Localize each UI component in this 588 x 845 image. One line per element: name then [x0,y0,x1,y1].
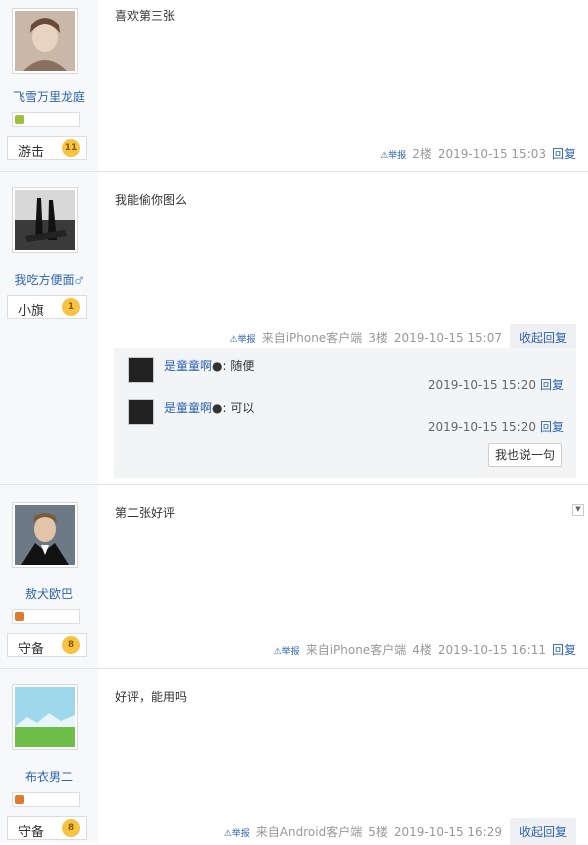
sub-reply-text: 是童童啊●: 可以 [164,399,254,416]
post-time: 2019-10-15 15:03 [437,147,546,161]
report-link[interactable]: ⚠举报 [230,335,256,345]
collapse-replies-button[interactable]: 收起回复 [509,324,576,351]
rank-level-icon: 8 [62,819,80,837]
post-content: 喜欢第三张 [115,9,176,23]
sub-reply-content: : 可以 [222,401,255,415]
sub-reply-reply-link[interactable]: 回复 [540,378,564,392]
level-bar [12,792,80,807]
rank-level-icon: 8 [62,636,80,654]
rank-badge[interactable]: 游击 11 [7,136,87,160]
sub-reply-time: 2019-10-15 15:20 [427,378,536,392]
post-time: 2019-10-15 16:29 [393,825,502,839]
collapse-replies-button[interactable]: 收起回复 [509,818,576,845]
rank-badge[interactable]: 守备 8 [7,633,87,657]
reply-link[interactable]: 回复 [552,147,576,161]
post-meta: ⚠举报 来自iPhone客户端 3楼 2019-10-15 15:07 收起回复 [230,324,576,351]
post-floor-4: 敖犬欧巴 守备 8 第二张好评 ▼ ⚠举报 来自iPhone客户端 4楼 2019-1… [0,485,588,669]
username-link[interactable]: 敖犬欧巴 [0,585,98,602]
sub-reply-avatar[interactable] [128,357,154,383]
rank-badge[interactable]: 小旗 1 [7,295,87,319]
level-bar [12,609,80,624]
emoji-icon: ● [212,401,223,415]
sub-reply-text: 是童童啊●: 随便 [164,357,254,374]
floor-number: 4楼 [412,643,432,657]
sub-reply-meta: 2019-10-15 15:20 回复 [428,418,564,435]
floor-number: 5楼 [368,825,388,839]
reply-link[interactable]: 回复 [552,643,576,657]
avatar[interactable] [12,187,78,253]
sub-reply-user[interactable]: 是童童啊 [164,401,212,415]
client-source: 来自iPhone客户端 [305,643,407,657]
sub-reply-time: 2019-10-15 15:20 [427,420,536,434]
floor-number: 3楼 [368,331,388,345]
post-meta: ⚠举报 来自iPhone客户端 4楼 2019-10-15 16:11 回复 [274,641,576,658]
post-time: 2019-10-15 15:07 [393,331,502,345]
client-source: 来自Android客户端 [255,825,363,839]
post-meta: ⚠举报 来自Android客户端 5楼 2019-10-15 16:29 收起回复 [224,818,576,845]
client-source: 来自iPhone客户端 [261,331,363,345]
post-content: 好评，能用吗 [115,690,188,704]
chevron-down-icon[interactable]: ▼ [572,504,584,516]
sub-reply-box: 是童童啊●: 随便 2019-10-15 15:20 回复 是童童啊●: 可以 2… [114,348,576,478]
rank-name: 游击 [18,145,45,160]
rank-badge[interactable]: 守备 8 [7,816,87,840]
report-link[interactable]: ⚠举报 [380,151,406,161]
post-floor-2: 飞雪万里龙庭 游击 11 喜欢第三张 ⚠举报 2楼 2019-10-15 15:03… [0,0,588,172]
sub-reply-reply-link[interactable]: 回复 [540,420,564,434]
report-link[interactable]: ⚠举报 [274,647,300,657]
level-icon [15,795,24,804]
rank-level-star-icon: 1 [62,298,80,316]
post-floor-5: 布衣男二 守备 8 好评，能用吗 ⚠举报 来自Android客户端 5楼 2019-1… [0,669,588,845]
sub-reply-meta: 2019-10-15 15:20 回复 [428,376,564,393]
sub-reply-user[interactable]: 是童童啊 [164,359,212,373]
rank-name: 守备 [18,642,45,657]
avatar[interactable] [12,502,78,568]
username-text: 我吃方便面 [14,273,75,287]
report-link[interactable]: ⚠举报 [224,829,250,839]
post-content: 第二张好评 [115,506,176,520]
rank-name: 守备 [18,825,45,840]
floor-number: 2楼 [412,147,432,161]
rank-name: 小旗 [18,304,45,319]
username-link[interactable]: 飞雪万里龙庭 [0,88,98,105]
post-meta: ⚠举报 2楼 2019-10-15 15:03 回复 [380,145,576,162]
post-time: 2019-10-15 16:11 [437,643,546,657]
post-content: 我能偷你图么 [115,193,188,207]
sub-reply-avatar[interactable] [128,399,154,425]
level-icon [15,115,24,124]
username-link[interactable]: 我吃方便面♂ [0,271,98,288]
say-something-button[interactable]: 我也说一句 [488,443,562,467]
post-floor-3: 我吃方便面♂ 小旗 1 我能偷你图么 ⚠举报 来自iPhone客户端 3楼 2019-… [0,172,588,485]
level-bar [12,112,80,127]
avatar[interactable] [12,684,78,750]
username-link[interactable]: 布衣男二 [0,768,98,785]
avatar[interactable] [12,8,78,74]
level-icon [15,612,24,621]
emoji-icon: ● [212,359,223,373]
sub-reply-content: : 随便 [222,359,255,373]
gender-male-icon: ♂ [74,276,84,287]
rank-level-heart-icon: 11 [62,139,80,157]
